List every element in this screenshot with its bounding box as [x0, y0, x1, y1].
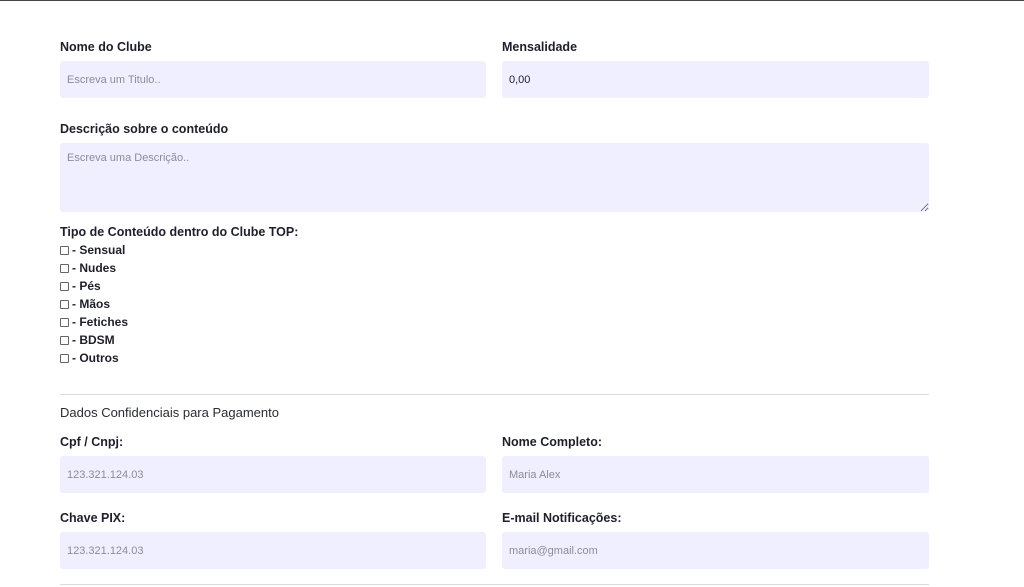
checkbox-label-outros[interactable]: - Outros [72, 351, 119, 365]
checkbox-label-nudes[interactable]: - Nudes [72, 261, 116, 275]
checkbox-label-maos[interactable]: - Mãos [72, 297, 110, 311]
email-label: E-mail Notificações: [502, 511, 622, 525]
payment-section-title: Dados Confidenciais para Pagamento [60, 405, 279, 420]
section-divider [60, 394, 929, 395]
description-label: Descrição sobre o conteúdo [60, 122, 229, 136]
checkbox-label-fetiches[interactable]: - Fetiches [72, 315, 128, 329]
checkbox-nudes[interactable] [60, 263, 69, 273]
content-type-option-outros[interactable]: - Outros [60, 349, 128, 367]
checkbox-bdsm[interactable] [60, 335, 69, 345]
bottom-divider [60, 584, 929, 585]
full-name-input[interactable] [502, 456, 929, 493]
checkbox-label-pes[interactable]: - Pés [72, 279, 101, 293]
content-type-option-bdsm[interactable]: - BDSM [60, 331, 128, 349]
checkbox-fetiches[interactable] [60, 317, 69, 327]
cpf-label: Cpf / Cnpj: [60, 435, 124, 449]
description-textarea[interactable] [60, 143, 929, 212]
top-border [0, 0, 1024, 1]
content-type-option-sensual[interactable]: - Sensual [60, 241, 128, 259]
checkbox-sensual[interactable] [60, 245, 69, 255]
pix-label: Chave PIX: [60, 511, 126, 525]
content-type-option-fetiches[interactable]: - Fetiches [60, 313, 128, 331]
checkbox-outros[interactable] [60, 353, 69, 363]
checkbox-label-sensual[interactable]: - Sensual [72, 243, 125, 257]
checkbox-maos[interactable] [60, 299, 69, 309]
email-input[interactable] [502, 532, 929, 569]
content-type-option-nudes[interactable]: - Nudes [60, 259, 128, 277]
content-type-checkbox-list: - Sensual - Nudes - Pés - Mãos - Fetiche… [60, 241, 128, 367]
club-name-input[interactable] [60, 61, 486, 98]
content-type-option-pes[interactable]: - Pés [60, 277, 128, 295]
content-type-option-maos[interactable]: - Mãos [60, 295, 128, 313]
checkbox-label-bdsm[interactable]: - BDSM [72, 333, 115, 347]
pix-key-input[interactable] [60, 532, 486, 569]
monthly-fee-input[interactable] [502, 61, 929, 98]
checkbox-pes[interactable] [60, 281, 69, 291]
full-name-label: Nome Completo: [502, 435, 602, 449]
content-type-label: Tipo de Conteúdo dentro do Clube TOP: [60, 225, 299, 239]
club-name-label: Nome do Clube [60, 40, 152, 54]
monthly-fee-label: Mensalidade [502, 40, 578, 54]
cpf-input[interactable] [60, 456, 486, 493]
